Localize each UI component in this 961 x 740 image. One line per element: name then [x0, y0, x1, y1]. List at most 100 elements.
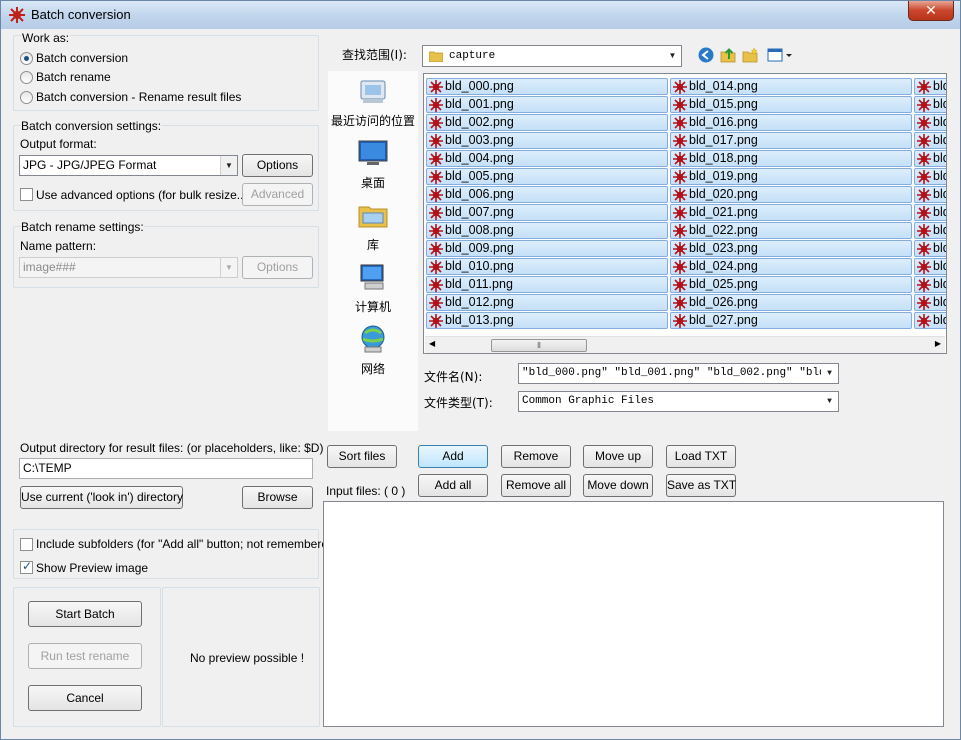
place-recent[interactable]: 最近访问的位置 — [328, 75, 418, 129]
file-item[interactable]: bld_020.png — [670, 186, 912, 203]
file-item[interactable]: bld_027.png — [670, 312, 912, 329]
file-name: bld_015.png — [689, 97, 758, 111]
filetype-select[interactable]: Common Graphic Files ▼ — [518, 391, 839, 412]
file-item[interactable]: bld_000.png — [426, 78, 668, 95]
file-item[interactable]: bld_008.png — [426, 222, 668, 239]
file-item[interactable]: bld_017.png — [670, 132, 912, 149]
file-item[interactable]: bld_006.png — [426, 186, 668, 203]
sort-files-button[interactable]: Sort files — [327, 445, 397, 468]
scroll-right-icon[interactable]: ▶ — [935, 339, 941, 348]
file-item[interactable]: bld_018.png — [670, 150, 912, 167]
file-item-partial[interactable]: bld — [914, 96, 946, 113]
file-item-partial[interactable]: bld — [914, 132, 946, 149]
file-item[interactable]: bld_009.png — [426, 240, 668, 257]
remove-button[interactable]: Remove — [501, 445, 571, 468]
file-item-partial[interactable]: bld — [914, 168, 946, 185]
file-item[interactable]: bld_022.png — [670, 222, 912, 239]
file-item-partial[interactable]: bld — [914, 204, 946, 221]
advanced-button[interactable]: Advanced — [242, 183, 313, 206]
radio-batch-conversion-label[interactable]: Batch conversion — [36, 51, 128, 65]
show-preview-label[interactable]: Show Preview image — [36, 561, 148, 575]
radio-conversion-rename[interactable] — [20, 91, 33, 104]
radio-batch-rename[interactable] — [20, 71, 33, 84]
file-item[interactable]: bld_010.png — [426, 258, 668, 275]
file-item[interactable]: bld_021.png — [670, 204, 912, 221]
name-pattern-select[interactable]: image### ▼ — [19, 257, 238, 278]
file-item[interactable]: bld_005.png — [426, 168, 668, 185]
file-item-partial[interactable]: bld — [914, 114, 946, 131]
file-item-partial[interactable]: bld — [914, 258, 946, 275]
image-file-icon — [917, 134, 931, 148]
run-test-rename-button[interactable]: Run test rename — [28, 643, 142, 669]
file-item[interactable]: bld_015.png — [670, 96, 912, 113]
move-up-button[interactable]: Move up — [583, 445, 653, 468]
use-current-dir-button[interactable]: Use current ('look in') directory — [20, 486, 183, 509]
view-menu-icon[interactable] — [767, 47, 793, 63]
file-item[interactable]: bld_016.png — [670, 114, 912, 131]
back-icon[interactable] — [698, 47, 714, 63]
place-library[interactable]: 库 — [328, 199, 418, 253]
file-item[interactable]: bld_013.png — [426, 312, 668, 329]
file-item[interactable]: bld_026.png — [670, 294, 912, 311]
title-bar[interactable]: Batch conversion ✕ — [1, 1, 960, 29]
file-item[interactable]: bld_011.png — [426, 276, 668, 293]
filename-input[interactable]: "bld_000.png" "bld_001.png" "bld_002.png… — [518, 363, 839, 384]
place-desktop[interactable]: 桌面 — [328, 137, 418, 191]
file-list[interactable]: bld_000.png bld_001.png bld_002.png bld_003… — [423, 73, 947, 354]
output-format-select[interactable]: JPG - JPG/JPEG Format ▼ — [19, 155, 238, 176]
advanced-options-checkbox[interactable] — [20, 188, 33, 201]
file-item[interactable]: bld_003.png — [426, 132, 668, 149]
file-item-partial[interactable]: bld — [914, 186, 946, 203]
scroll-left-icon[interactable]: ◀ — [429, 339, 435, 348]
file-item[interactable]: bld_019.png — [670, 168, 912, 185]
file-name: bld_017.png — [689, 133, 758, 147]
include-subfolders-label[interactable]: Include subfolders (for "Add all" button… — [36, 537, 339, 551]
file-item[interactable]: bld_024.png — [670, 258, 912, 275]
image-file-icon — [917, 260, 931, 274]
add-all-button[interactable]: Add all — [418, 474, 488, 497]
radio-batch-rename-label[interactable]: Batch rename — [36, 70, 111, 84]
place-network[interactable]: 网络 — [328, 323, 418, 377]
browse-button[interactable]: Browse — [242, 486, 313, 509]
move-down-button[interactable]: Move down — [583, 474, 653, 497]
show-preview-checkbox[interactable] — [20, 559, 33, 574]
radio-conversion-rename-label[interactable]: Batch conversion - Rename result files — [36, 90, 241, 104]
file-item-partial[interactable]: bld — [914, 276, 946, 293]
up-folder-icon[interactable] — [720, 47, 736, 63]
cancel-button[interactable]: Cancel — [28, 685, 142, 711]
include-subfolders-checkbox[interactable] — [20, 538, 33, 551]
file-item[interactable]: bld_004.png — [426, 150, 668, 167]
output-format-options-button[interactable]: Options — [242, 154, 313, 177]
file-item[interactable]: bld_014.png — [670, 78, 912, 95]
file-item-partial[interactable]: bld — [914, 222, 946, 239]
file-item[interactable]: bld_002.png — [426, 114, 668, 131]
file-item-partial[interactable]: bld — [914, 150, 946, 167]
file-item[interactable]: bld_012.png — [426, 294, 668, 311]
file-item-partial[interactable]: bld — [914, 240, 946, 257]
load-txt-button[interactable]: Load TXT — [666, 445, 736, 468]
file-item[interactable]: bld_007.png — [426, 204, 668, 221]
close-button[interactable]: ✕ — [908, 1, 954, 21]
horizontal-scrollbar[interactable]: ◀ ⦀ ▶ — [425, 336, 945, 353]
window-title: Batch conversion — [31, 7, 131, 22]
scroll-thumb[interactable]: ⦀ — [491, 339, 587, 352]
file-item-partial[interactable]: bld — [914, 294, 946, 311]
rename-options-button[interactable]: Options — [242, 256, 313, 279]
radio-batch-conversion[interactable] — [20, 52, 33, 65]
output-dir-input[interactable]: C:\TEMP — [19, 458, 313, 479]
start-batch-button[interactable]: Start Batch — [28, 601, 142, 627]
file-item-partial[interactable]: bld — [914, 78, 946, 95]
file-item[interactable]: bld_001.png — [426, 96, 668, 113]
file-item-partial[interactable]: bld — [914, 312, 946, 329]
remove-all-button[interactable]: Remove all — [501, 474, 571, 497]
image-file-icon — [917, 188, 931, 202]
new-folder-icon[interactable] — [742, 47, 758, 63]
advanced-options-label[interactable]: Use advanced options (for bulk resize...… — [36, 188, 251, 202]
save-as-txt-button[interactable]: Save as TXT — [666, 474, 736, 497]
look-in-select[interactable]: capture ▼ — [422, 45, 682, 67]
file-item[interactable]: bld_023.png — [670, 240, 912, 257]
file-item[interactable]: bld_025.png — [670, 276, 912, 293]
input-files-list[interactable] — [323, 501, 944, 727]
place-computer[interactable]: 计算机 — [328, 261, 418, 315]
add-button[interactable]: Add — [418, 445, 488, 468]
